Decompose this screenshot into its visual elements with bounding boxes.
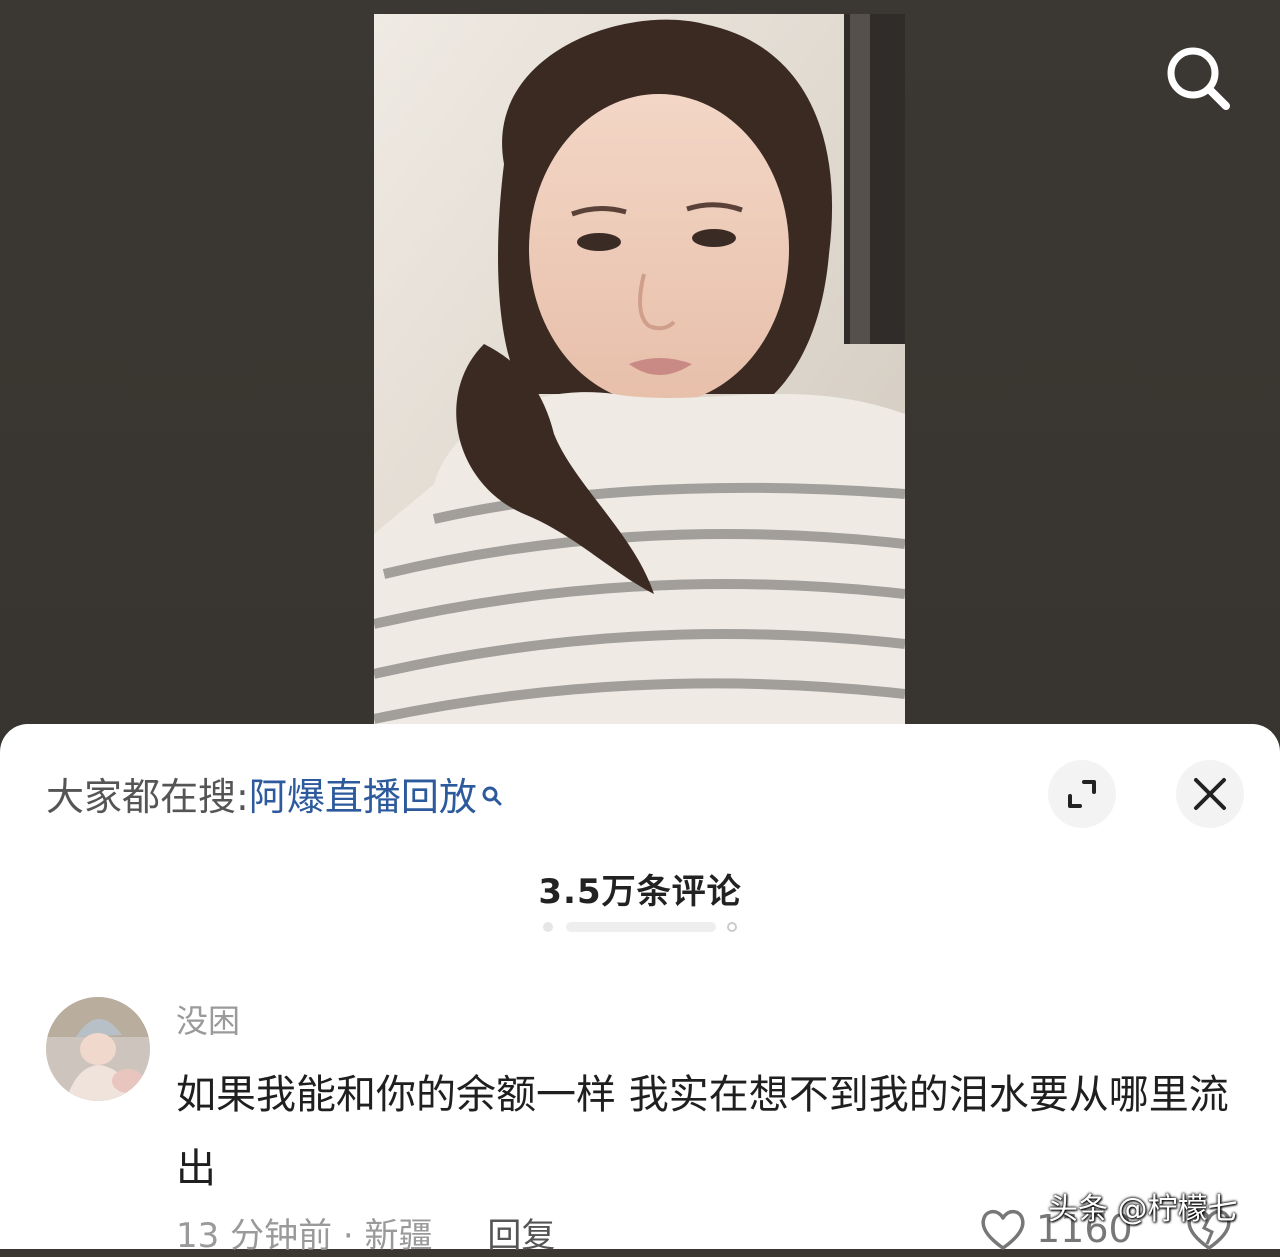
watermark: 头条 @柠檬七 (1048, 1192, 1238, 1227)
search-icon (1167, 47, 1230, 110)
expand-button[interactable] (1048, 760, 1116, 828)
hot-search-bar: 大家都在搜:阿爆直播回放 (46, 772, 503, 822)
close-button[interactable] (1176, 760, 1244, 828)
search-button[interactable] (1160, 40, 1236, 116)
video-frame[interactable] (374, 14, 905, 724)
video-still (374, 14, 905, 724)
heart-icon (981, 1209, 1025, 1250)
video-backdrop (0, 0, 1280, 760)
comment-sheet: 大家都在搜:阿爆直播回放 3.5万条评论 没困 如果我能和你的余额一样 我实在想… (0, 724, 1280, 1256)
reply-button[interactable]: 回复 (487, 1216, 555, 1256)
comment-time: 13 分钟前 (176, 1216, 333, 1256)
hot-search-prefix: 大家都在搜: (46, 775, 249, 819)
expand-icon (1068, 780, 1096, 808)
meta-separator: · (342, 1216, 354, 1256)
comment-location: 新疆 (364, 1216, 433, 1256)
hot-search-link[interactable]: 阿爆直播回放 (249, 775, 477, 819)
avatar-image (46, 997, 150, 1101)
loading-dots (543, 922, 737, 932)
avatar[interactable] (46, 997, 150, 1101)
search-icon[interactable] (481, 772, 503, 822)
comment-username[interactable]: 没困 (176, 996, 240, 1042)
comment-meta: 13 分钟前 · 新疆 回复 (176, 1208, 555, 1257)
close-icon (1194, 778, 1226, 810)
comment-count-title: 3.5万条评论 (538, 872, 742, 912)
